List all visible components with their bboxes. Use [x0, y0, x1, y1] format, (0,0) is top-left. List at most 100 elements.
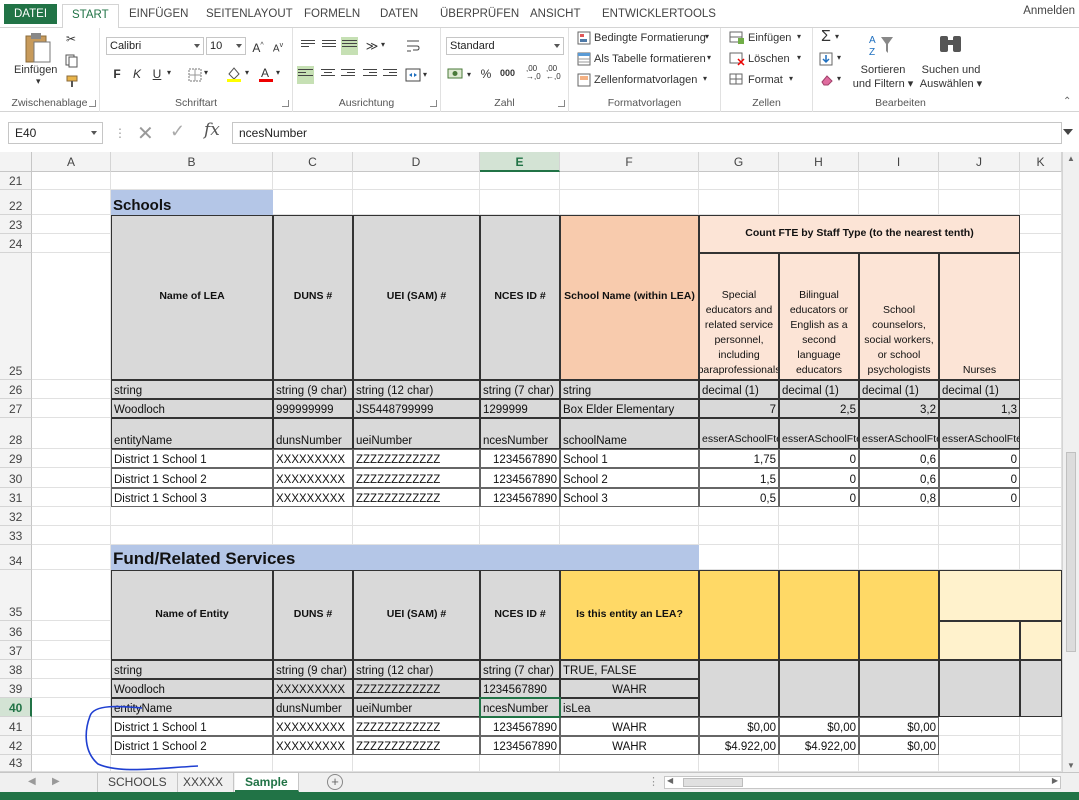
orientation-icon[interactable]: ≫: [363, 37, 381, 55]
data-cell[interactable]: School 3: [560, 488, 699, 507]
data-cell[interactable]: 1234567890: [480, 468, 560, 488]
cancel-icon[interactable]: ✕: [137, 121, 154, 146]
fund-example-cell[interactable]: Woodloch: [111, 679, 273, 698]
align-middle-icon[interactable]: [322, 40, 336, 52]
data-cell[interactable]: 0: [779, 488, 859, 507]
field-cell[interactable]: dunsNumber: [273, 418, 353, 449]
fund-data-cell[interactable]: $0,00: [859, 736, 939, 755]
column-header-b[interactable]: B: [111, 152, 273, 172]
align-bottom-icon[interactable]: [341, 37, 358, 55]
row-header-30[interactable]: 30: [0, 468, 32, 488]
row-header-33[interactable]: 33: [0, 526, 32, 545]
sheet-tab-sample[interactable]: Sample: [235, 773, 299, 792]
data-cell[interactable]: School 1: [560, 449, 699, 468]
row-header-25[interactable]: 25: [0, 253, 32, 380]
format-table-button[interactable]: Als Tabelle formatieren: [594, 53, 706, 65]
fund-extra-header[interactable]: [939, 570, 1062, 621]
column-header-i[interactable]: I: [859, 152, 939, 172]
border-icon[interactable]: [188, 68, 202, 82]
increase-indent-icon[interactable]: [383, 69, 397, 81]
autosum-icon[interactable]: Σ: [817, 28, 835, 46]
data-cell[interactable]: 0: [939, 468, 1020, 488]
example-cell[interactable]: 7: [699, 399, 779, 418]
data-cell[interactable]: District 1 School 1: [111, 449, 273, 468]
fund-type-cell[interactable]: string (12 char): [353, 660, 480, 679]
fund-gray-cell[interactable]: [779, 660, 859, 717]
bold-button[interactable]: F: [108, 65, 126, 83]
schools-header[interactable]: NCES ID #: [480, 215, 560, 380]
fund-header[interactable]: Name of Entity: [111, 570, 273, 660]
currency-icon[interactable]: [447, 66, 465, 82]
data-cell[interactable]: 0,6: [859, 449, 939, 468]
tab-split-handle[interactable]: ⋮: [648, 775, 659, 788]
column-header-a[interactable]: A: [32, 152, 111, 172]
font-launcher[interactable]: [282, 100, 289, 107]
cut-icon[interactable]: ✂: [62, 30, 80, 48]
fund-field-cell[interactable]: entityName: [111, 698, 273, 717]
data-cell[interactable]: ZZZZZZZZZZZZ: [353, 488, 480, 507]
tab-insert[interactable]: EINFÜGEN: [125, 5, 192, 28]
insert-cells-icon[interactable]: [729, 31, 745, 45]
align-right-icon[interactable]: [341, 69, 355, 81]
format-table-icon[interactable]: [577, 52, 591, 66]
data-cell[interactable]: 0: [939, 488, 1020, 507]
number-format-combo[interactable]: Standard: [446, 37, 564, 55]
fund-data-cell[interactable]: $4.922,00: [699, 736, 779, 755]
sheet-next-icon[interactable]: ▶: [52, 776, 60, 787]
worksheet-grid[interactable]: ABCDEFGHIJK 21 22 23 24 25 26 27 28 29 30 31 32 33 34…: [0, 152, 1062, 772]
format-cells-button[interactable]: Format: [748, 74, 783, 86]
data-cell[interactable]: XXXXXXXXX: [273, 468, 353, 488]
data-cell[interactable]: ZZZZZZZZZZZZ: [353, 468, 480, 488]
fund-field-cell[interactable]: dunsNumber: [273, 698, 353, 717]
type-cell[interactable]: string (9 char): [273, 380, 353, 399]
type-cell[interactable]: decimal (1): [779, 380, 859, 399]
example-cell[interactable]: 999999999: [273, 399, 353, 418]
data-cell[interactable]: 1234567890: [480, 488, 560, 507]
fund-field-cell[interactable]: ncesNumber: [480, 698, 560, 717]
column-header-e[interactable]: E: [480, 152, 560, 172]
horizontal-scroll-thumb[interactable]: [683, 778, 743, 787]
font-color-icon[interactable]: A: [258, 65, 274, 83]
field-cell[interactable]: ncesNumber: [480, 418, 560, 449]
row-header-22[interactable]: 22: [0, 190, 32, 215]
increase-decimal-icon[interactable]: ,00 →,0: [526, 65, 541, 81]
decrease-indent-icon[interactable]: [363, 69, 377, 81]
column-header-c[interactable]: C: [273, 152, 353, 172]
fund-extra-header[interactable]: [779, 570, 859, 660]
fund-type-cell[interactable]: string (7 char): [480, 660, 560, 679]
tab-view[interactable]: ANSICHT: [526, 5, 584, 28]
merge-center-icon[interactable]: [405, 67, 421, 83]
data-cell[interactable]: ZZZZZZZZZZZZ: [353, 449, 480, 468]
data-cell[interactable]: School 2: [560, 468, 699, 488]
tab-review[interactable]: ÜBERPRÜFEN: [436, 5, 523, 28]
sheet-prev-icon[interactable]: ◀: [28, 776, 36, 787]
fte-column-header[interactable]: Special educators and related service pe…: [699, 253, 779, 380]
insert-cells-button[interactable]: Einfügen: [748, 32, 791, 44]
row-header-42[interactable]: 42: [0, 736, 32, 755]
find-select-button[interactable]: Suchen und Auswählen ▾: [918, 63, 984, 91]
select-all-corner[interactable]: [0, 152, 32, 172]
schools-header[interactable]: Name of LEA: [111, 215, 273, 380]
data-cell[interactable]: XXXXXXXXX: [273, 488, 353, 507]
number-launcher[interactable]: [558, 100, 565, 107]
row-header-34[interactable]: 34: [0, 545, 32, 570]
font-name-combo[interactable]: Calibri: [106, 37, 204, 55]
sheet-tab-schools[interactable]: SCHOOLS: [97, 773, 178, 792]
tab-formulas[interactable]: FORMELN: [300, 5, 364, 28]
fund-data-cell[interactable]: $0,00: [699, 717, 779, 736]
fund-field-cell[interactable]: isLea: [560, 698, 699, 717]
vertical-scrollbar[interactable]: ▲ ▼: [1062, 152, 1079, 772]
vertical-scroll-thumb[interactable]: [1066, 452, 1076, 652]
data-cell[interactable]: 0: [779, 468, 859, 488]
data-cell[interactable]: 1,75: [699, 449, 779, 468]
data-cell[interactable]: 0,8: [859, 488, 939, 507]
delete-cells-icon[interactable]: [729, 52, 745, 66]
fte-column-header[interactable]: Nurses: [939, 253, 1020, 380]
column-header-f[interactable]: F: [560, 152, 699, 172]
scroll-left-icon[interactable]: ◀: [667, 776, 673, 785]
fund-data-cell[interactable]: $4.922,00: [779, 736, 859, 755]
conditional-format-icon[interactable]: [577, 31, 591, 45]
example-cell[interactable]: 1299999: [480, 399, 560, 418]
row-header-32[interactable]: 32: [0, 507, 32, 526]
alignment-launcher[interactable]: [430, 100, 437, 107]
